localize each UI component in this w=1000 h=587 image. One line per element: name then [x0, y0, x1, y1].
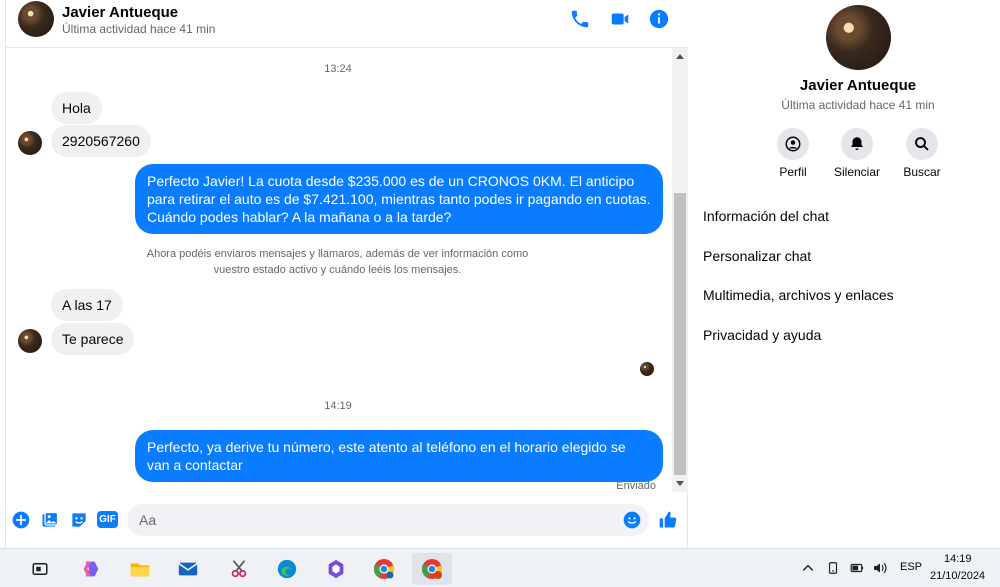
seen-indicator-avatar	[640, 362, 654, 376]
contact-name[interactable]: Javier Antueque	[62, 4, 178, 21]
scroll-thumb[interactable]	[674, 193, 686, 475]
info-icon[interactable]	[648, 8, 670, 30]
emoji-icon[interactable]	[622, 510, 642, 530]
menu-media-files[interactable]: Multimedia, archivos y enlaces	[703, 287, 894, 303]
chrome-icon[interactable]	[364, 553, 404, 585]
file-explorer-icon[interactable]	[120, 553, 160, 585]
task-view-icon[interactable]	[20, 553, 60, 585]
menu-chat-info[interactable]: Información del chat	[703, 208, 829, 224]
message-composer: GIF	[6, 500, 689, 540]
info-contact-avatar[interactable]	[826, 5, 891, 70]
menu-customize-chat[interactable]: Personalizar chat	[703, 248, 811, 264]
add-icon[interactable]	[11, 510, 31, 530]
sender-avatar[interactable]	[18, 329, 42, 353]
message-list: 13:24 Hola 2920567260 Perfecto Javier! L…	[6, 48, 670, 496]
gif-button[interactable]: GIF	[97, 511, 118, 528]
profile-icon	[785, 136, 801, 152]
search-label: Buscar	[903, 165, 941, 179]
profile-button[interactable]: Perfil	[763, 128, 823, 179]
photo-icon[interactable]	[40, 510, 60, 530]
scroll-up-arrow[interactable]	[676, 54, 684, 59]
search-icon	[915, 137, 929, 151]
chat-info-panel: Javier Antueque Última actividad hace 41…	[688, 0, 1000, 548]
sticker-icon[interactable]	[69, 510, 89, 530]
edge-browser-icon[interactable]	[267, 553, 307, 585]
messenger-window: Javier Antueque Última actividad hace 41…	[0, 0, 1000, 548]
sent-status: Enviado	[616, 480, 656, 492]
sender-avatar[interactable]	[18, 131, 42, 155]
windows-taskbar: ESP 14:19 21/10/2024	[0, 548, 1000, 587]
search-button[interactable]: Buscar	[892, 128, 952, 179]
clock-date[interactable]: 21/10/2024	[930, 570, 985, 582]
contact-status: Última actividad hace 41 min	[62, 22, 216, 36]
language-indicator[interactable]: ESP	[900, 561, 922, 573]
like-icon[interactable]	[658, 510, 678, 530]
snipping-tool-icon[interactable]	[219, 553, 259, 585]
chevron-up-icon[interactable]	[801, 561, 815, 575]
incoming-message[interactable]: A las 17	[51, 289, 123, 321]
scroll-down-arrow[interactable]	[676, 481, 684, 486]
clock-time[interactable]: 14:19	[944, 553, 972, 565]
video-icon[interactable]	[609, 8, 631, 30]
device-icon[interactable]	[826, 560, 840, 576]
incoming-message[interactable]: Hola	[51, 92, 102, 124]
info-contact-name: Javier Antueque	[799, 77, 917, 94]
message-timestamp: 13:24	[324, 63, 352, 75]
incoming-message[interactable]: Te parece	[51, 323, 135, 355]
incoming-message[interactable]: 2920567260	[51, 125, 151, 157]
microsoft-365-icon[interactable]	[316, 553, 356, 585]
chrome-profile-icon[interactable]	[412, 553, 452, 585]
mute-button[interactable]: Silenciar	[827, 128, 887, 179]
contact-avatar[interactable]	[18, 1, 54, 37]
battery-icon[interactable]	[848, 561, 866, 575]
outgoing-message[interactable]: Perfecto Javier! La cuota desde $235.000…	[135, 164, 663, 234]
volume-icon[interactable]	[872, 560, 888, 576]
menu-privacy-help[interactable]: Privacidad y ayuda	[703, 327, 821, 343]
mute-label: Silenciar	[833, 165, 881, 179]
bell-icon	[851, 137, 863, 150]
phone-icon[interactable]	[569, 8, 591, 30]
copilot-icon[interactable]	[71, 553, 111, 585]
profile-label: Perfil	[779, 165, 807, 179]
connection-notice: Ahora podéis enviaros mensajes y llamaro…	[146, 248, 529, 276]
message-input[interactable]	[127, 504, 649, 536]
info-contact-status: Última actividad hace 41 min	[781, 98, 935, 112]
mail-icon[interactable]	[168, 553, 208, 585]
message-scrollbar[interactable]	[672, 48, 688, 492]
message-timestamp: 14:19	[324, 400, 352, 412]
chat-panel: Javier Antueque Última actividad hace 41…	[5, 0, 689, 548]
chat-header: Javier Antueque Última actividad hace 41…	[6, 0, 689, 48]
outgoing-message[interactable]: Perfecto, ya derive tu número, este aten…	[135, 430, 663, 482]
